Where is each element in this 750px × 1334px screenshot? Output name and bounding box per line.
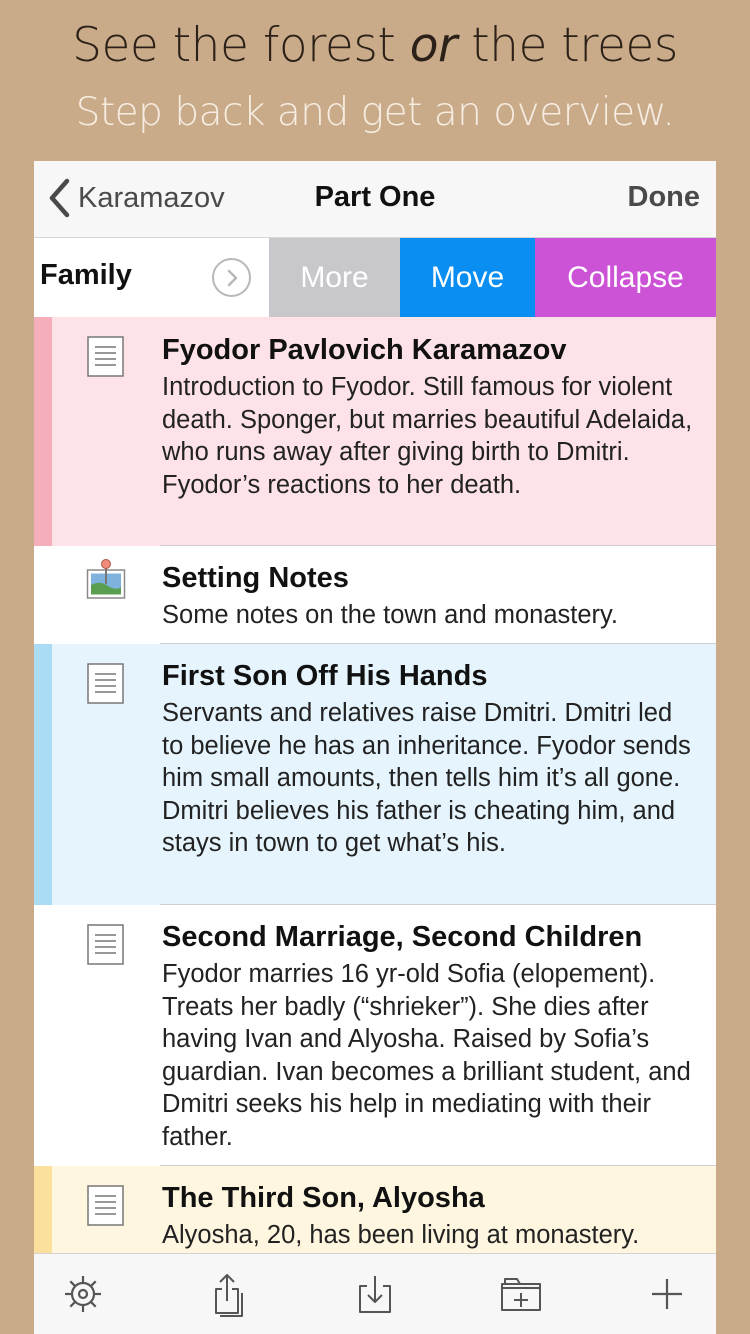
back-button-label: Karamazov [78, 181, 225, 214]
chevron-left-icon [49, 178, 70, 218]
promo-headline-part2: the trees [456, 18, 678, 73]
list-item-title: Second Marriage, Second Children [162, 921, 643, 953]
bottom-toolbar [34, 1253, 716, 1334]
list-item[interactable]: Fyodor Pavlovich Karamazov Introduction … [34, 317, 716, 546]
collapse-button[interactable]: Collapse [535, 238, 716, 317]
back-button[interactable]: Karamazov [48, 175, 225, 221]
app-screen: Karamazov Part One Done Family More Move… [34, 161, 716, 1334]
list-item-body: Fyodor marries 16 yr-old Sofia (elopemen… [162, 960, 691, 1151]
list-item-title: Setting Notes [162, 562, 349, 594]
outline-list: Fyodor Pavlovich Karamazov Introduction … [34, 317, 716, 1276]
settings-gear-icon[interactable] [59, 1270, 107, 1318]
list-item[interactable]: Second Marriage, Second Children Fyodor … [34, 905, 716, 1166]
add-icon[interactable] [643, 1270, 691, 1318]
add-folder-icon[interactable] [497, 1270, 545, 1318]
list-item-body: Some notes on the town and monastery. [162, 601, 618, 629]
image-note-icon [86, 559, 126, 599]
promo-headline-italic: or [409, 18, 458, 73]
document-icon [87, 663, 124, 704]
import-icon[interactable] [351, 1270, 399, 1318]
promo-headline: See the forest or the trees [0, 18, 750, 73]
color-label-pink [34, 317, 52, 546]
navigation-bar: Karamazov Part One Done [34, 161, 716, 238]
list-item[interactable]: Setting Notes Some notes on the town and… [34, 546, 716, 644]
document-icon [87, 336, 124, 377]
document-icon [87, 1185, 124, 1226]
list-item-body: Introduction to Fyodor. Still famous for… [162, 373, 693, 499]
color-label-blue [34, 644, 52, 905]
document-icon [87, 924, 124, 965]
promo-subhead: Step back and get an overview. [75, 90, 675, 135]
list-item-title: First Son Off His Hands [162, 660, 488, 692]
disclosure-chevron-icon[interactable] [212, 258, 251, 297]
swiped-list-item-family[interactable]: Family More Move Collapse [34, 238, 716, 317]
list-item-title: Family [40, 259, 132, 291]
move-button[interactable]: Move [400, 238, 535, 317]
done-button[interactable]: Done [628, 181, 701, 214]
list-item-body: Servants and relatives raise Dmitri. Dmi… [162, 699, 691, 858]
promo-headline-part1: See the forest [72, 18, 410, 73]
share-icon[interactable] [205, 1270, 253, 1318]
list-item-body: Alyosha, 20, has been living at monaster… [162, 1221, 640, 1249]
list-item-title: The Third Son, Alyosha [162, 1182, 485, 1214]
list-item-title: Fyodor Pavlovich Karamazov [162, 334, 567, 366]
list-item[interactable]: First Son Off His Hands Servants and rel… [34, 644, 716, 905]
more-button[interactable]: More [269, 238, 400, 317]
